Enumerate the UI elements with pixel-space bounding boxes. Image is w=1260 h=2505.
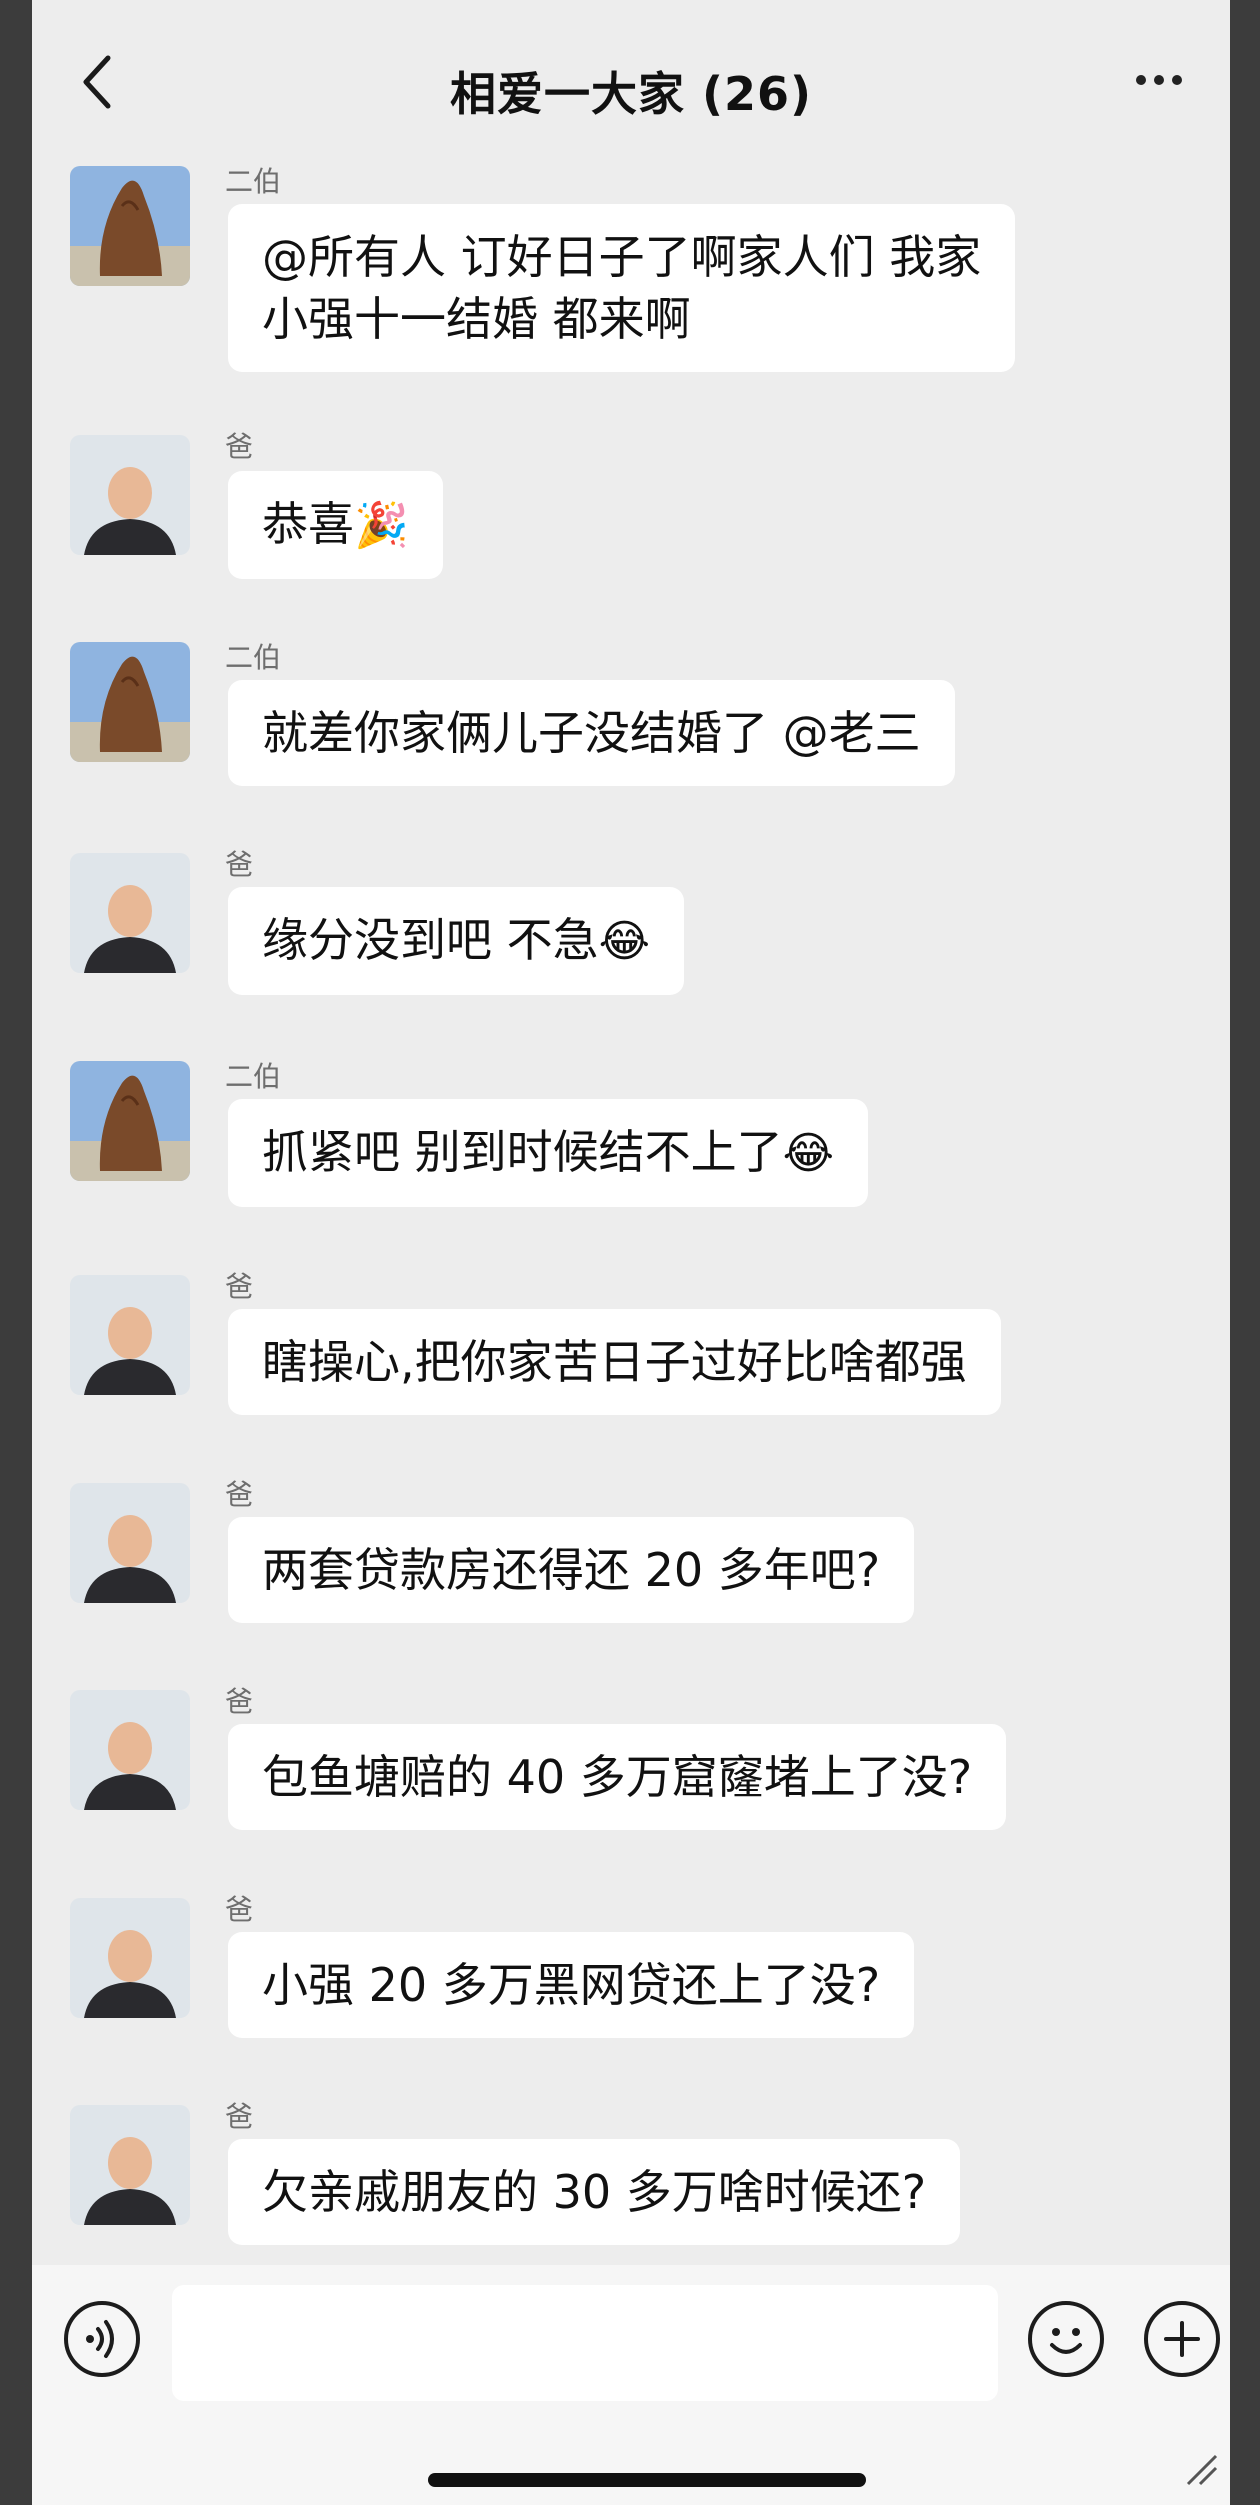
man-avatar[interactable] <box>70 1690 190 1810</box>
message-text: 抓紧吧 别到时候结不上了 <box>262 1125 783 1179</box>
more-options-button[interactable] <box>1136 70 1206 100</box>
message-text: 包鱼塘赔的 40 多万窟窿堵上了没? <box>262 1750 973 1804</box>
more-dot-icon <box>1154 75 1164 85</box>
sender-name: 爸 <box>225 1685 254 1718</box>
more-dot-icon <box>1172 75 1182 85</box>
sender-name: 爸 <box>225 2100 254 2133</box>
voice-button[interactable] <box>64 2301 140 2377</box>
device-frame-left <box>0 0 32 2505</box>
device-frame-right <box>1230 0 1260 2505</box>
sender-name: 爸 <box>225 1893 254 1926</box>
message-bubble[interactable]: 包鱼塘赔的 40 多万窟窿堵上了没? <box>228 1724 1007 1830</box>
home-indicator[interactable] <box>428 2473 866 2487</box>
message-bubble[interactable]: 缘分没到吧 不急😂 <box>228 887 685 995</box>
more-dot-icon <box>1136 75 1146 85</box>
message-bubble[interactable]: 两套贷款房还得还 20 多年吧? <box>228 1517 915 1623</box>
message-text: 瞎操心,把你家苦日子过好比啥都强 <box>262 1335 967 1389</box>
emoji-button[interactable] <box>1028 2301 1104 2377</box>
chat-title: 相爱一大家 (26) <box>449 67 813 121</box>
message-bubble[interactable]: 抓紧吧 别到时候结不上了😂 <box>228 1099 869 1207</box>
sender-name: 爸 <box>225 1270 254 1303</box>
rock-avatar[interactable] <box>70 1061 190 1181</box>
sender-name: 二伯 <box>225 1060 282 1093</box>
message-bubble[interactable]: 小强 20 多万黑网贷还上了没? <box>228 1932 915 2038</box>
message-text: 缘分没到吧 不急 <box>262 913 599 967</box>
message-text: 恭喜 <box>262 497 354 551</box>
message-text: @所有人 订好日子了啊家人们 我家 <box>262 230 982 284</box>
chat-header: 相爱一大家 (26) <box>32 0 1230 160</box>
plus-button[interactable] <box>1144 2301 1220 2377</box>
resize-handle-icon <box>1180 2448 1220 2488</box>
message-text: 小强 20 多万黑网贷还上了没? <box>262 1958 881 2012</box>
emoji-icon <box>1050 2328 1082 2354</box>
message-text: 就差你家俩儿子没结婚了 @老三 <box>262 706 921 760</box>
message-input[interactable] <box>172 2285 998 2401</box>
chat-input-bar <box>32 2265 1230 2505</box>
voice-icon <box>86 2320 114 2358</box>
message-bubble[interactable]: 恭喜🎉 <box>228 471 443 579</box>
message-text: 欠亲戚朋友的 30 多万啥时候还? <box>262 2165 927 2219</box>
message-bubble[interactable]: 欠亲戚朋友的 30 多万啥时候还? <box>228 2139 961 2245</box>
party-popper-icon: 🎉 <box>354 500 409 551</box>
man-avatar[interactable] <box>70 1275 190 1395</box>
plus-icon <box>1164 2321 1200 2357</box>
man-avatar[interactable] <box>70 853 190 973</box>
chat-screen: 相爱一大家 (26) 二伯 @所有人 订好日子了啊家人们 我家 小强十一结婚 都… <box>32 0 1230 2505</box>
message-bubble[interactable]: 瞎操心,把你家苦日子过好比啥都强 <box>228 1309 1001 1415</box>
sender-name: 爸 <box>225 848 254 881</box>
sender-name: 二伯 <box>225 641 282 674</box>
message-bubble[interactable]: 就差你家俩儿子没结婚了 @老三 <box>228 680 955 786</box>
sender-name: 爸 <box>225 430 254 463</box>
rock-avatar[interactable] <box>70 166 190 286</box>
man-avatar[interactable] <box>70 435 190 555</box>
man-avatar[interactable] <box>70 1483 190 1603</box>
sender-name: 爸 <box>225 1478 254 1511</box>
message-text: 小强十一结婚 都来啊 <box>262 292 691 346</box>
laughing-tears-icon: 😂 <box>782 1128 835 1179</box>
laughing-tears-icon: 😂 <box>598 916 651 967</box>
man-avatar[interactable] <box>70 2105 190 2225</box>
message-bubble[interactable]: @所有人 订好日子了啊家人们 我家 小强十一结婚 都来啊 <box>228 204 1016 372</box>
man-avatar[interactable] <box>70 1898 190 2018</box>
message-text: 两套贷款房还得还 20 多年吧? <box>262 1543 881 1597</box>
sender-name: 二伯 <box>225 165 282 198</box>
rock-avatar[interactable] <box>70 642 190 762</box>
